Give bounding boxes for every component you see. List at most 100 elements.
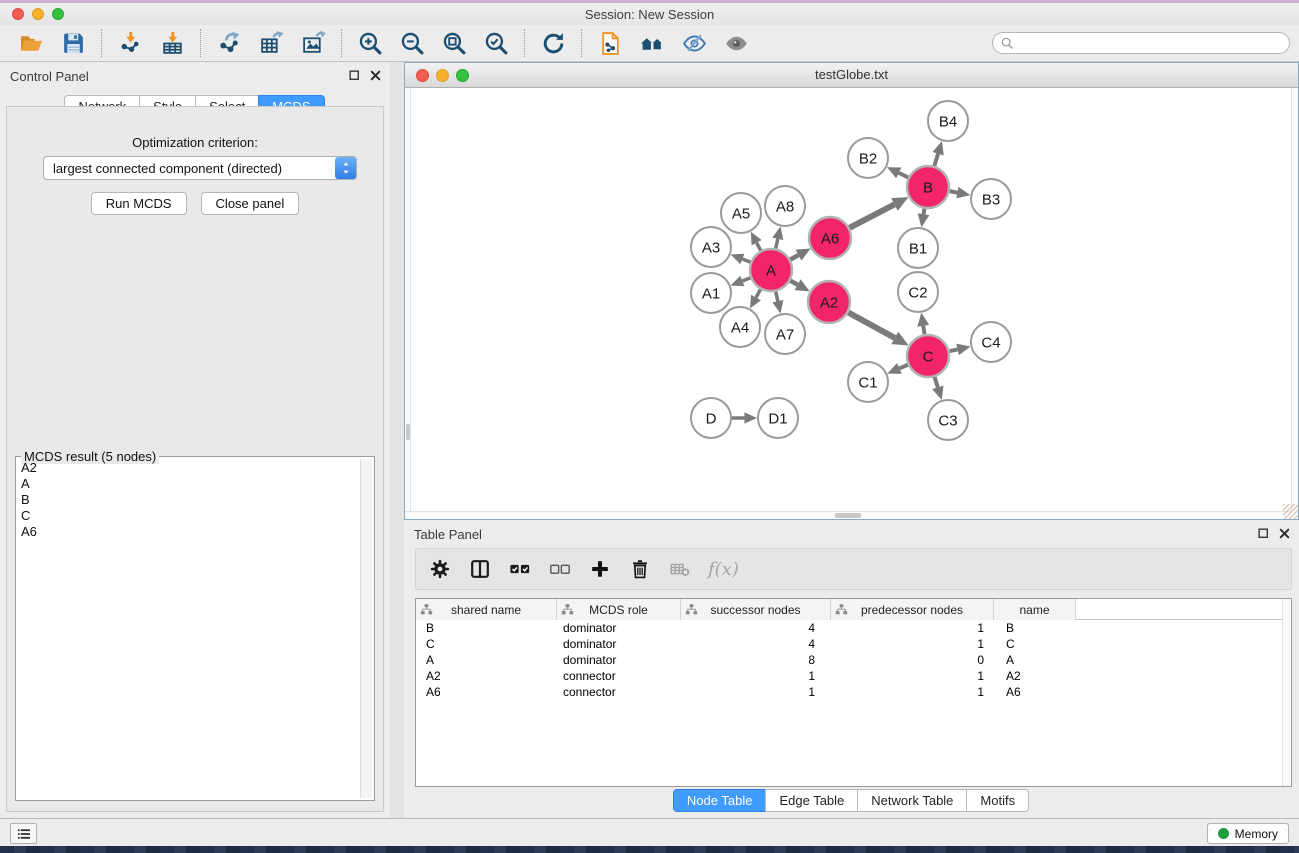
edge-C-C1[interactable]: [899, 365, 907, 369]
network-document-button[interactable]: [589, 28, 631, 59]
check-pair-button[interactable]: [504, 553, 536, 585]
export-network-button[interactable]: [208, 28, 250, 59]
close-panel-icon[interactable]: [1278, 527, 1291, 540]
zoom-fit-button[interactable]: [433, 28, 475, 59]
optimization-criterion-select[interactable]: largest connected component (directed): [43, 156, 357, 180]
node-C2[interactable]: C2: [898, 272, 938, 312]
network-canvas[interactable]: AA1A2A3A4A5A6A7A8BB1B2B3B4CC1C2C3C4DD1: [405, 88, 1298, 519]
zoom-out-button[interactable]: [391, 28, 433, 59]
gear-button[interactable]: [424, 553, 456, 585]
table-row[interactable]: Adominator80A: [416, 652, 1291, 668]
node-B3[interactable]: B3: [971, 179, 1011, 219]
import-table-button[interactable]: [151, 28, 193, 59]
edge-A-A3[interactable]: [742, 259, 750, 262]
node-C[interactable]: C: [907, 335, 949, 377]
close-panel-button[interactable]: Close panel: [201, 192, 300, 215]
node-A[interactable]: A: [750, 249, 792, 291]
float-panel-icon[interactable]: [348, 69, 361, 82]
edge-B-B1[interactable]: [924, 209, 925, 215]
zoom-selected-button[interactable]: [475, 28, 517, 59]
panel-splitter[interactable]: [390, 62, 404, 818]
node-A2[interactable]: A2: [808, 281, 850, 323]
bottom-scrollbar-track[interactable]: [405, 511, 1291, 519]
left-scrollbar-track[interactable]: [405, 88, 411, 511]
node-C4[interactable]: C4: [971, 322, 1011, 362]
mcds-result-item[interactable]: A: [17, 476, 359, 492]
table-row[interactable]: Bdominator41B: [416, 620, 1291, 636]
node-A5[interactable]: A5: [721, 193, 761, 233]
zoom-in-button[interactable]: [349, 28, 391, 59]
edge-A2-C[interactable]: [848, 313, 895, 338]
export-image-button[interactable]: [292, 28, 334, 59]
edge-A-A8[interactable]: [776, 239, 778, 249]
edge-B-B4[interactable]: [934, 154, 938, 166]
column-header-shared-name[interactable]: shared name: [416, 599, 557, 620]
node-B2[interactable]: B2: [848, 138, 888, 178]
maximize-window-button[interactable]: [52, 8, 64, 20]
export-table-button[interactable]: [250, 28, 292, 59]
table-row[interactable]: A2connector11A2: [416, 668, 1291, 684]
window-resize-grip[interactable]: [1283, 504, 1298, 519]
float-panel-icon[interactable]: [1257, 527, 1270, 540]
node-A4[interactable]: A4: [720, 307, 760, 347]
node-D1[interactable]: D1: [758, 398, 798, 438]
run-mcds-button[interactable]: Run MCDS: [91, 192, 187, 215]
column-header-successor-nodes[interactable]: successor nodes: [681, 599, 831, 620]
edge-B-B2[interactable]: [899, 173, 908, 178]
edge-A6-B[interactable]: [850, 204, 895, 227]
mcds-result-item[interactable]: A6: [17, 524, 359, 540]
uncheck-pair-button[interactable]: [544, 553, 576, 585]
tab-motifs[interactable]: Motifs: [966, 789, 1029, 812]
edge-A-A2[interactable]: [790, 281, 797, 285]
tab-node-table[interactable]: Node Table: [673, 789, 767, 812]
column-header-predecessor-nodes[interactable]: predecessor nodes: [831, 599, 994, 620]
node-C3[interactable]: C3: [928, 400, 968, 440]
import-network-button[interactable]: [109, 28, 151, 59]
tab-edge-table[interactable]: Edge Table: [765, 789, 858, 812]
hide-eye-button[interactable]: [673, 28, 715, 59]
mcds-result-item[interactable]: A2: [17, 460, 359, 476]
node-A7[interactable]: A7: [765, 314, 805, 354]
columns-button[interactable]: [464, 553, 496, 585]
minimize-window-button[interactable]: [32, 8, 44, 20]
edge-B-B3[interactable]: [950, 191, 958, 192]
edge-A-A4[interactable]: [756, 289, 760, 297]
edge-C-C3[interactable]: [935, 377, 938, 387]
node-A3[interactable]: A3: [691, 227, 731, 267]
edge-C-C4[interactable]: [949, 349, 957, 351]
right-scrollbar-track[interactable]: [1291, 88, 1298, 511]
node-A8[interactable]: A8: [765, 186, 805, 226]
search-input[interactable]: [1018, 34, 1289, 52]
mcds-result-item[interactable]: C: [17, 508, 359, 524]
save-session-button[interactable]: [52, 28, 94, 59]
edge-A-A5[interactable]: [757, 243, 761, 251]
node-B[interactable]: B: [907, 166, 949, 208]
node-B4[interactable]: B4: [928, 101, 968, 141]
column-header-MCDS-role[interactable]: MCDS role: [557, 599, 681, 620]
search-box[interactable]: [992, 32, 1290, 54]
refresh-button[interactable]: [532, 28, 574, 59]
mcds-result-item[interactable]: B: [17, 492, 359, 508]
column-header-name[interactable]: name: [994, 599, 1076, 620]
open-file-button[interactable]: [10, 28, 52, 59]
close-panel-icon[interactable]: [369, 69, 382, 82]
edge-A-A6[interactable]: [790, 255, 798, 259]
tab-network-table[interactable]: Network Table: [857, 789, 967, 812]
edge-C-C2[interactable]: [923, 326, 924, 334]
table-row[interactable]: A6connector11A6: [416, 684, 1291, 700]
edge-A-A1[interactable]: [742, 278, 750, 281]
edge-A-A7[interactable]: [776, 291, 778, 301]
trash-button[interactable]: [624, 553, 656, 585]
node-D[interactable]: D: [691, 398, 731, 438]
home-layout-button[interactable]: [631, 28, 673, 59]
mcds-list-scrollbar[interactable]: [360, 459, 373, 798]
node-A1[interactable]: A1: [691, 273, 731, 313]
table-scrollbar-track[interactable]: [1282, 599, 1291, 786]
node-B1[interactable]: B1: [898, 228, 938, 268]
close-window-button[interactable]: [12, 8, 24, 20]
show-eye-button[interactable]: [715, 28, 757, 59]
plus-button[interactable]: [584, 553, 616, 585]
memory-button[interactable]: Memory: [1207, 823, 1289, 844]
bottom-scrollbar-thumb[interactable]: [835, 513, 861, 518]
table-row[interactable]: Cdominator41C: [416, 636, 1291, 652]
